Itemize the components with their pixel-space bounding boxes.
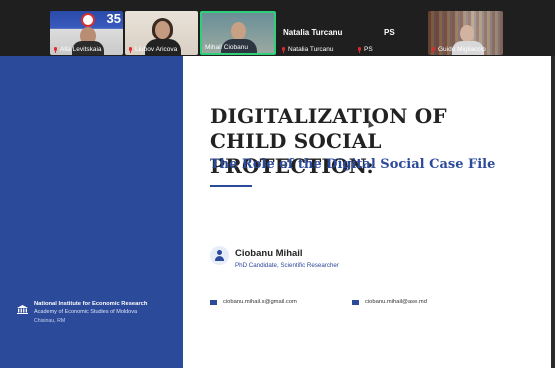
institution-subname: Academy of Economic Studies of Moldova <box>34 309 138 315</box>
email-item: ciobanu.mihail.s@gmail.com <box>210 299 297 305</box>
mic-muted-icon <box>53 46 58 53</box>
logo-badge <box>81 13 95 27</box>
participant-tile-liubov-aricova[interactable]: Liubov Aricova <box>125 11 198 55</box>
participant-name: Guido Migliaccio <box>431 46 486 53</box>
slide-left-panel: National Institute for Economic Research… <box>0 56 183 368</box>
institution-name: National Institute for Economic Research <box>34 301 148 307</box>
author-role: PhD Candidate, Scientific Researcher <box>235 262 339 269</box>
participant-tile-natalia-turcanu[interactable]: Natalia Turcanu Natalia Turcanu <box>278 11 352 55</box>
slide-right-panel: DIGITALIZATION OF CHILD SOCIAL PROTECTIO… <box>183 56 551 368</box>
email-item: ciobanu.mihail@ase.md <box>352 299 427 305</box>
participants-strip: 35 Alla Levitskaia Liubov Aricova Mihail… <box>0 0 555 56</box>
slide-subtitle: The Role of the Digital Social Case File <box>210 157 496 172</box>
title-underline <box>210 185 252 187</box>
participant-display-name: Natalia Turcanu <box>283 28 343 37</box>
institution-city: Chisinau, RM <box>34 318 66 324</box>
participant-name: Alla Levitskaia <box>53 46 102 53</box>
window-edge <box>551 56 555 368</box>
participant-name: Natalia Turcanu <box>281 46 334 53</box>
participant-tile-mihail-ciobanu[interactable]: Mihail Ciobanu <box>200 11 276 55</box>
mail-icon <box>210 299 217 305</box>
participant-tile-ps[interactable]: PS PS <box>354 11 426 55</box>
institution-icon <box>17 305 28 314</box>
participant-tile-alla-levitskaia[interactable]: 35 Alla Levitskaia <box>50 11 123 55</box>
participant-display-name: PS <box>384 28 395 37</box>
participant-tile-guido-migliaccio[interactable]: Guido Migliaccio <box>428 11 503 55</box>
mic-muted-icon <box>431 46 436 53</box>
email-text: ciobanu.mihail@ase.md <box>365 299 427 305</box>
participant-name: Mihail Ciobanu <box>205 44 248 51</box>
mic-muted-icon <box>128 46 133 53</box>
shared-slide: National Institute for Economic Research… <box>0 56 555 368</box>
email-text: ciobanu.mihail.s@gmail.com <box>223 299 297 305</box>
participant-name: PS <box>357 46 373 53</box>
author-name: Ciobanu Mihail <box>235 248 303 259</box>
mic-muted-icon <box>357 46 362 53</box>
mic-muted-icon <box>281 46 286 53</box>
overlay-number: 35 <box>106 11 121 26</box>
mail-icon <box>352 299 359 305</box>
user-icon <box>210 246 229 265</box>
participant-name: Liubov Aricova <box>128 46 177 53</box>
